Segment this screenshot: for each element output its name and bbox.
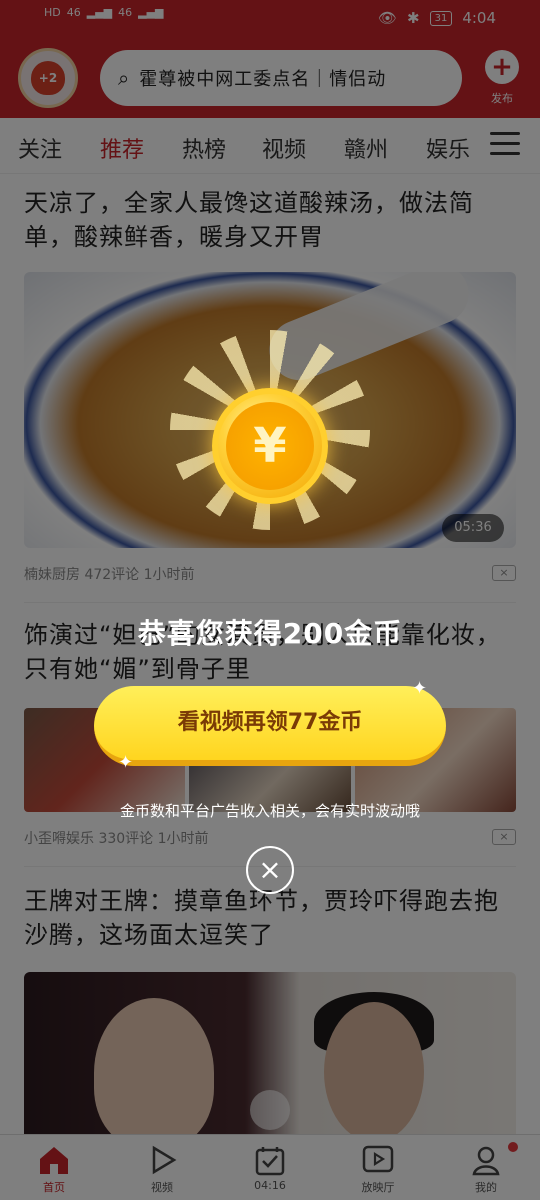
coin-icon: ¥ [212, 388, 328, 504]
watch-video-button[interactable]: 看视频再领77金币 [94, 686, 446, 766]
close-button[interactable]: × [246, 846, 294, 894]
sparkle-icon: ✦ [412, 678, 428, 699]
reward-title: 恭喜您获得200金币 [137, 617, 403, 650]
yuan-symbol: ¥ [226, 402, 314, 490]
reward-overlay [0, 0, 540, 1200]
reward-note: 金币数和平台广告收入相关，会有实时波动哦 [119, 802, 420, 820]
sparkle-icon: ✦ [118, 752, 134, 773]
